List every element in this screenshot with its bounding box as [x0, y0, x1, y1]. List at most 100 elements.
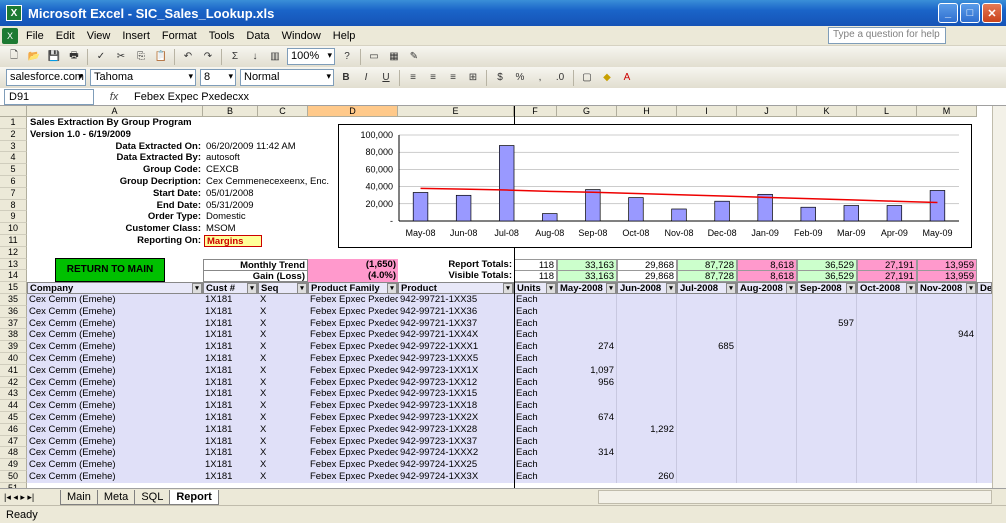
tab-nav-icon[interactable]: |◂ ◂ ▸ ▸| — [0, 492, 60, 503]
currency-icon[interactable]: $ — [492, 70, 508, 86]
row-header-8[interactable]: 8 — [0, 199, 27, 212]
filter-dropdown-icon[interactable]: ▾ — [546, 283, 556, 294]
close-icon[interactable]: ✕ — [982, 3, 1002, 23]
column-header-a[interactable]: A — [27, 106, 203, 117]
save-icon[interactable]: 💾 — [46, 49, 62, 65]
column-header-h[interactable]: H — [617, 106, 677, 117]
row-header-35[interactable]: 35 — [0, 294, 27, 306]
filter-dropdown-icon[interactable]: ▾ — [846, 283, 856, 294]
table-header-units[interactable]: Units ▾ — [514, 282, 557, 295]
redo-icon[interactable]: ↷ — [200, 49, 216, 65]
table-header-may-2008[interactable]: May-2008 ▾ — [557, 282, 617, 295]
column-header-b[interactable]: B — [203, 106, 258, 117]
row-header-4[interactable]: 4 — [0, 152, 27, 165]
row-header-38[interactable]: 38 — [0, 329, 27, 342]
column-header-m[interactable]: M — [917, 106, 977, 117]
help-search-input[interactable]: Type a question for help — [828, 27, 946, 44]
column-header-g[interactable]: G — [557, 106, 617, 117]
decimal-icon[interactable]: .0 — [552, 70, 568, 86]
autosum-icon[interactable]: Σ — [227, 49, 243, 65]
column-header-l[interactable]: L — [857, 106, 917, 117]
table-header-company[interactable]: Company ▾ — [27, 282, 203, 295]
font-select[interactable]: Tahoma — [90, 69, 196, 86]
menu-tools[interactable]: Tools — [203, 30, 241, 42]
copy-icon[interactable]: ⎘ — [133, 49, 149, 65]
column-header-e[interactable]: E — [398, 106, 514, 117]
filter-dropdown-icon[interactable]: ▾ — [297, 283, 307, 294]
row-header-7[interactable]: 7 — [0, 187, 27, 200]
row-header-42[interactable]: 42 — [0, 376, 27, 389]
column-header-i[interactable]: I — [677, 106, 737, 117]
salesforce-menu[interactable]: salesforce.com — [6, 69, 86, 86]
row-header-40[interactable]: 40 — [0, 353, 27, 365]
filter-dropdown-icon[interactable]: ▾ — [387, 283, 397, 294]
row-header-50[interactable]: 50 — [0, 471, 27, 483]
style-select[interactable]: Normal — [240, 69, 334, 86]
info-value[interactable]: Margins — [204, 235, 262, 247]
row-header-36[interactable]: 36 — [0, 305, 27, 318]
folder-icon[interactable]: ▭ — [366, 49, 382, 65]
row-header-6[interactable]: 6 — [0, 176, 27, 188]
spellcheck-icon[interactable]: ✓ — [93, 49, 109, 65]
maximize-icon[interactable]: □ — [960, 3, 980, 23]
tab-meta[interactable]: Meta — [96, 489, 136, 505]
row-header-2[interactable]: 2 — [0, 128, 27, 141]
row-header-45[interactable]: 45 — [0, 412, 27, 424]
menu-view[interactable]: View — [81, 30, 117, 42]
help-icon[interactable]: ? — [339, 49, 355, 65]
open-icon[interactable]: 📂 — [26, 49, 42, 65]
table-header-jun-2008[interactable]: Jun-2008 ▾ — [617, 282, 677, 295]
filter-dropdown-icon[interactable]: ▾ — [666, 283, 676, 294]
row-header-14[interactable]: 14 — [0, 270, 27, 283]
row-header-48[interactable]: 48 — [0, 447, 27, 460]
workbook-icon[interactable]: X — [2, 27, 18, 44]
row-header-49[interactable]: 49 — [0, 459, 27, 471]
row-header-47[interactable]: 47 — [0, 435, 27, 448]
column-header-d[interactable]: D — [308, 106, 398, 117]
row-header-41[interactable]: 41 — [0, 364, 27, 377]
menu-edit[interactable]: Edit — [50, 30, 81, 42]
table-header-oct-2008[interactable]: Oct-2008 ▾ — [857, 282, 917, 295]
table-header-product[interactable]: Product ▾ — [398, 282, 514, 295]
row-header-13[interactable]: 13 — [0, 258, 27, 271]
row-header-12[interactable]: 12 — [0, 246, 27, 259]
undo-icon[interactable]: ↶ — [180, 49, 196, 65]
align-right-icon[interactable]: ≡ — [445, 70, 461, 86]
menu-format[interactable]: Format — [156, 30, 203, 42]
horizontal-scrollbar[interactable] — [598, 490, 992, 504]
row-header-11[interactable]: 11 — [0, 235, 27, 247]
comma-icon[interactable]: , — [532, 70, 548, 86]
tab-sql[interactable]: SQL — [134, 489, 171, 505]
table-header-sep-2008[interactable]: Sep-2008 ▾ — [797, 282, 857, 295]
font-size-select[interactable]: 8 — [200, 69, 236, 86]
row-header-15[interactable]: 15 — [0, 282, 27, 294]
underline-icon[interactable]: U — [378, 70, 394, 86]
table-header-cust-[interactable]: Cust # ▾ — [203, 282, 258, 295]
table-header-seq[interactable]: Seq ▾ — [258, 282, 308, 295]
function-icon[interactable]: fx — [94, 91, 134, 103]
return-to-main-button[interactable]: RETURN TO MAIN — [55, 257, 165, 282]
row-header-37[interactable]: 37 — [0, 317, 27, 330]
table-header-aug-2008[interactable]: Aug-2008 ▾ — [737, 282, 797, 295]
row-header-43[interactable]: 43 — [0, 388, 27, 401]
filter-dropdown-icon[interactable]: ▾ — [192, 283, 202, 294]
filter-dropdown-icon[interactable]: ▾ — [786, 283, 796, 294]
table-header-product-family[interactable]: Product Family ▾ — [308, 282, 398, 295]
filter-dropdown-icon[interactable]: ▾ — [966, 283, 976, 294]
borders-icon[interactable]: ▢ — [579, 70, 595, 86]
fill-color-icon[interactable]: ◆ — [599, 70, 615, 86]
align-left-icon[interactable]: ≡ — [405, 70, 421, 86]
select-all-corner[interactable] — [0, 106, 27, 117]
filter-dropdown-icon[interactable]: ▾ — [726, 283, 736, 294]
format-painter-icon[interactable]: ✎ — [406, 49, 422, 65]
filter-dropdown-icon[interactable]: ▾ — [606, 283, 616, 294]
filter-dropdown-icon[interactable]: ▾ — [906, 283, 916, 294]
paste-icon[interactable]: 📋 — [153, 49, 169, 65]
column-header-j[interactable]: J — [737, 106, 797, 117]
merge-icon[interactable]: ⊞ — [465, 70, 481, 86]
column-header-k[interactable]: K — [797, 106, 857, 117]
zoom-select[interactable]: 100% — [287, 48, 335, 65]
formula-input[interactable]: Febex Expec Pxedecxx — [134, 91, 249, 103]
row-header-46[interactable]: 46 — [0, 423, 27, 436]
menu-file[interactable]: File — [20, 30, 50, 42]
